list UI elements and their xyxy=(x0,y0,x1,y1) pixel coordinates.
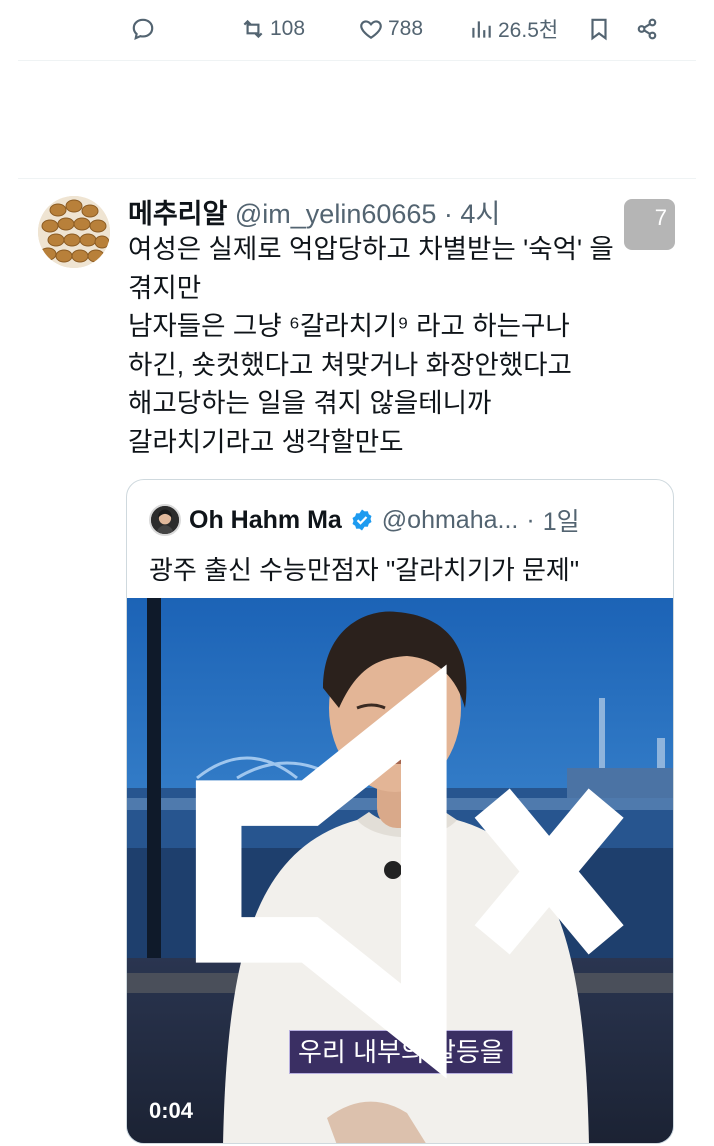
tweet-text: 여성은 실제로 억압당하고 차별받는 '숙억' 을 겪지만 남자들은 그냥 ⁶갈… xyxy=(128,230,668,461)
tweet-line: 겪지만 xyxy=(128,272,202,303)
quoted-tweet-header: Oh Hahm Ma @ohmaha... · 1일 xyxy=(149,502,580,538)
verified-icon xyxy=(352,509,372,531)
reply-button[interactable] xyxy=(130,14,156,44)
like-count: 788 xyxy=(388,17,424,40)
video-player[interactable]: 우리 내부의 갈등을 0:04 xyxy=(127,598,674,1144)
views-button[interactable]: 26.5천 xyxy=(468,14,558,44)
retweet-count: 108 xyxy=(270,17,306,40)
heart-icon xyxy=(360,20,382,39)
tweet-header: 메추리알 @im_yelin60665 · 4시 xyxy=(128,192,500,231)
retweet-button[interactable]: 108 xyxy=(240,14,305,44)
views-count: 26.5천 xyxy=(498,19,559,42)
reply-icon xyxy=(132,18,154,41)
quail-eggs-avatar-image xyxy=(38,196,110,268)
quoted-author-name[interactable]: Oh Hahm Ma xyxy=(189,506,342,535)
bookmark-button[interactable] xyxy=(586,14,612,44)
mute-icon[interactable] xyxy=(127,598,674,1144)
quoted-tweet[interactable]: Oh Hahm Ma @ohmaha... · 1일 광주 출신 수능만점자 "… xyxy=(126,479,674,1144)
author-name[interactable]: 메추리알 xyxy=(128,199,227,229)
bookmark-icon xyxy=(591,18,607,41)
quoted-author-avatar[interactable] xyxy=(149,504,181,536)
avatar[interactable] xyxy=(38,196,110,268)
divider xyxy=(18,60,696,61)
quoted-tweet-text: 광주 출신 수능만점자 "갈라치기가 문제" xyxy=(149,555,580,585)
share-icon xyxy=(637,18,657,40)
views-icon xyxy=(472,21,491,38)
like-button[interactable]: 788 xyxy=(358,14,423,44)
tweet-time[interactable]: 4시 xyxy=(460,199,500,229)
share-button[interactable] xyxy=(634,14,660,44)
tweet-line: 남자들은 그냥 ⁶갈라치기⁹ 라고 하는구나 xyxy=(128,311,570,341)
retweet-icon xyxy=(243,19,263,39)
separator-dot: · xyxy=(436,199,461,229)
quoted-avatar-image xyxy=(151,506,179,534)
author-handle[interactable]: @im_yelin60665 xyxy=(235,199,437,229)
separator-dot: · xyxy=(526,505,535,534)
divider xyxy=(18,178,696,179)
image-count: 7 xyxy=(654,205,667,230)
quoted-tweet-time[interactable]: 1일 xyxy=(543,502,580,538)
quoted-author-handle[interactable]: @ohmaha... xyxy=(382,506,519,535)
tweet-line: 해고당하는 일을 겪지 않을테니까 xyxy=(128,388,492,418)
tweet-line: 갈라치기라고 생각할만도 xyxy=(128,426,404,457)
tweet-action-bar: 108 788 26.5천 xyxy=(0,0,714,58)
tweet-line: 하긴, 숏컷했다고 쳐맞거나 화장안했다고 xyxy=(128,349,572,380)
tweet-line: 여성은 실제로 억압당하고 차별받는 '숙억' 을 xyxy=(128,234,614,264)
